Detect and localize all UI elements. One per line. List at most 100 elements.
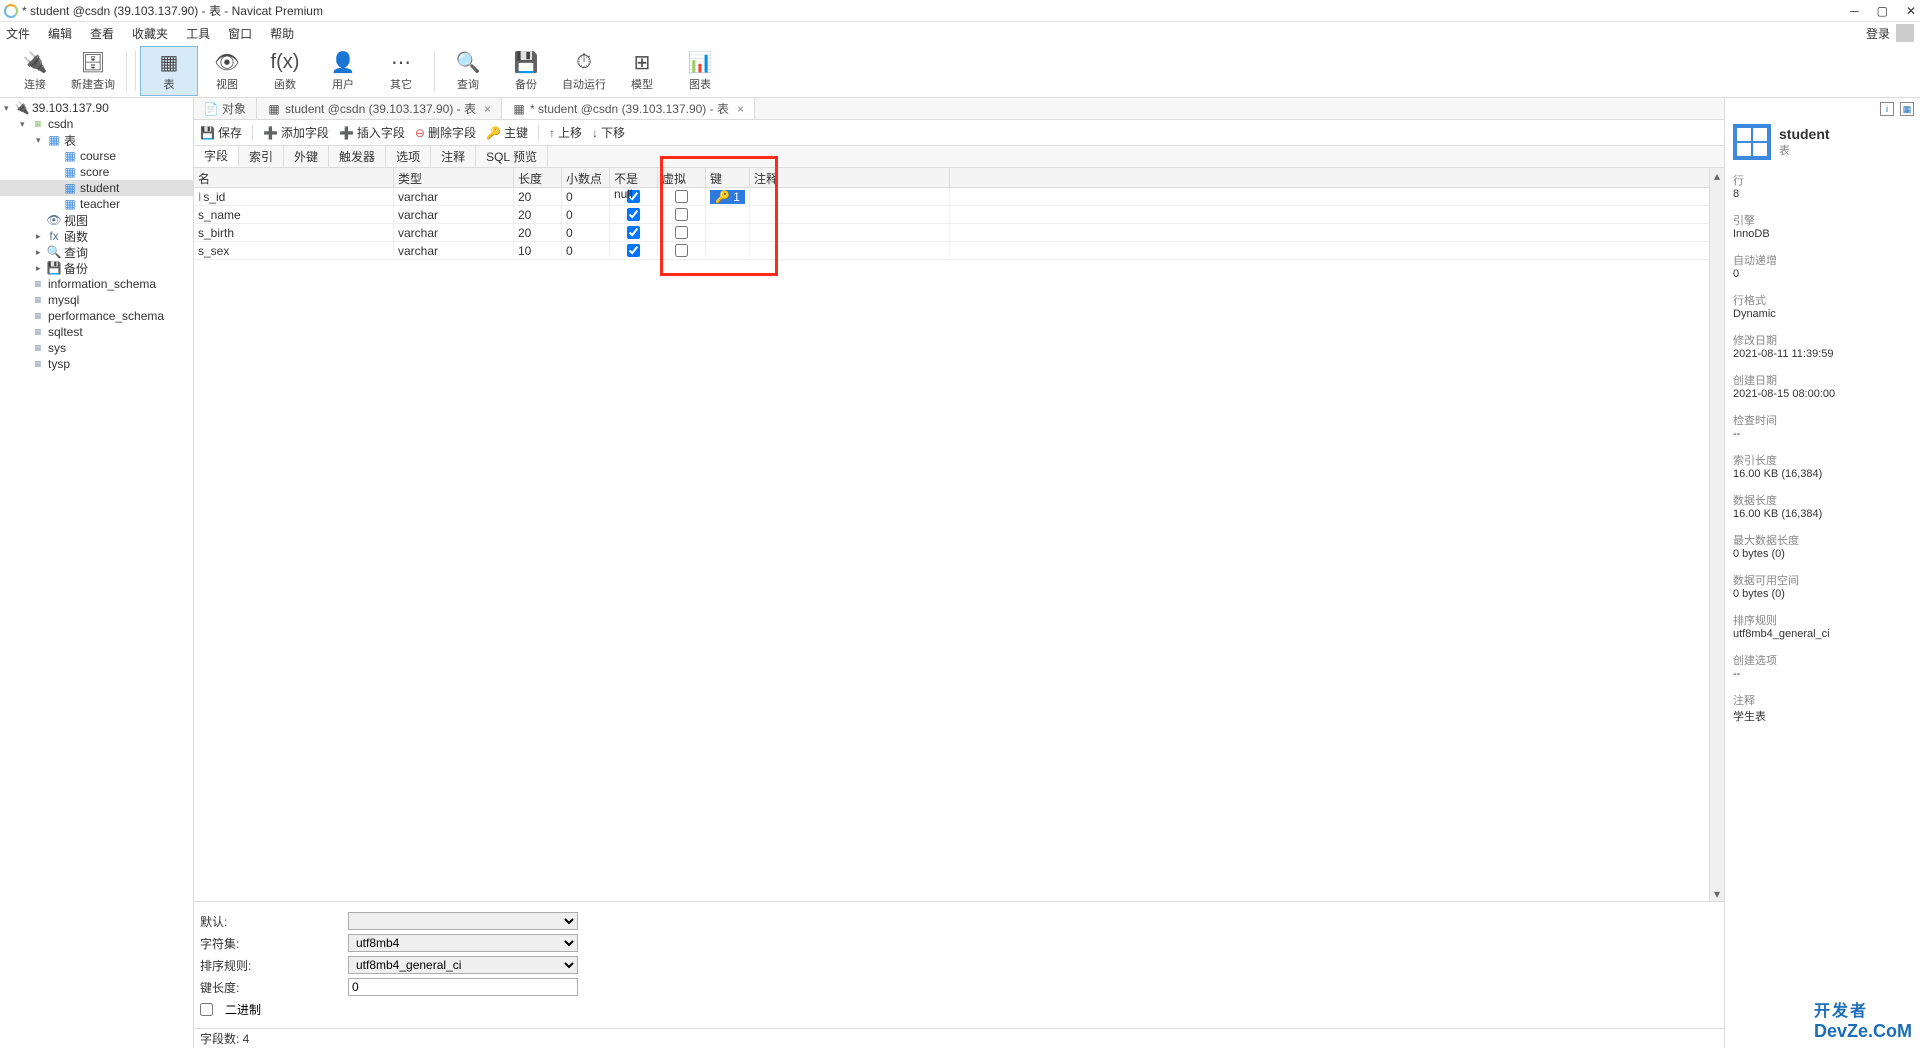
design-tab-索引[interactable]: 索引 (239, 146, 284, 167)
node-icon: ≡ (30, 293, 46, 307)
column-header[interactable]: 长度 (514, 168, 562, 187)
login-button[interactable]: 登录 (1866, 24, 1914, 42)
menu-工具[interactable]: 工具 (186, 25, 210, 42)
connection-tree[interactable]: ▾🔌39.103.137.90▾≡csdn▾▦表▦course▦score▦st… (0, 98, 194, 1048)
menu-窗口[interactable]: 窗口 (228, 25, 252, 42)
design-tab-注释[interactable]: 注释 (431, 146, 476, 167)
toolbar-查询[interactable]: 🔍查询 (439, 46, 497, 96)
menu-查看[interactable]: 查看 (90, 25, 114, 42)
tab[interactable]: 📄对象 (194, 98, 257, 119)
toolbar-其它[interactable]: ⋯其它 (372, 46, 430, 96)
virtual-checkbox[interactable] (675, 244, 688, 257)
toolbar-表[interactable]: ▦表 (140, 46, 198, 96)
tree-node-mysql[interactable]: ≡mysql (0, 292, 193, 308)
info-item: 排序规则utf8mb4_general_ci (1733, 612, 1912, 640)
btn-上移[interactable]: ↑上移 (549, 124, 582, 141)
toolbar-函数[interactable]: f(x)函数 (256, 46, 314, 96)
btn-添加字段[interactable]: ➕添加字段 (263, 124, 329, 141)
btn-保存[interactable]: 💾保存 (200, 124, 242, 141)
design-tab-外键[interactable]: 外键 (284, 146, 329, 167)
toolbar-备份[interactable]: 💾备份 (497, 46, 555, 96)
expand-icon[interactable]: ▸ (36, 263, 46, 274)
maximize-button[interactable]: ▢ (1877, 4, 1888, 18)
column-header[interactable]: 注释 (750, 168, 950, 187)
close-button[interactable]: ✕ (1906, 4, 1916, 18)
btn-主键[interactable]: 🔑主键 (486, 124, 528, 141)
tree-node-视图[interactable]: 👁视图 (0, 212, 193, 228)
close-icon[interactable]: × (484, 102, 491, 116)
menu-文件[interactable]: 文件 (6, 25, 30, 42)
collation-select[interactable]: utf8mb4_general_ci (348, 956, 578, 974)
tree-node-student[interactable]: ▦student (0, 180, 193, 196)
field-row[interactable]: s_birthvarchar200 (194, 224, 1709, 242)
tree-node-备份[interactable]: ▸💾备份 (0, 260, 193, 276)
expand-icon[interactable]: ▾ (4, 103, 14, 114)
scroll-up-icon[interactable]: ▴ (1710, 168, 1724, 183)
btn-插入字段[interactable]: ➕插入字段 (339, 124, 405, 141)
toolbar-用户[interactable]: 👤用户 (314, 46, 372, 96)
notnull-checkbox[interactable] (627, 226, 640, 239)
tree-node-sqltest[interactable]: ≡sqltest (0, 324, 193, 340)
toolbar-连接[interactable]: 🔌连接 (6, 46, 64, 96)
field-row[interactable]: Is_idvarchar200🔑 1 (194, 188, 1709, 206)
notnull-checkbox[interactable] (627, 244, 640, 257)
field-row[interactable]: s_namevarchar200 (194, 206, 1709, 224)
menu-收藏夹[interactable]: 收藏夹 (132, 25, 168, 42)
column-header[interactable]: 不是 null (610, 168, 658, 187)
design-tab-选项[interactable]: 选项 (386, 146, 431, 167)
column-header[interactable]: 名 (194, 168, 394, 187)
tab[interactable]: ▦student @csdn (39.103.137.90) - 表× (257, 98, 502, 119)
tree-node-score[interactable]: ▦score (0, 164, 193, 180)
virtual-checkbox[interactable] (675, 226, 688, 239)
notnull-checkbox[interactable] (627, 208, 640, 221)
tree-node-teacher[interactable]: ▦teacher (0, 196, 193, 212)
design-tab-触发器[interactable]: 触发器 (329, 146, 386, 167)
menu-帮助[interactable]: 帮助 (270, 25, 294, 42)
charset-select[interactable]: utf8mb4 (348, 934, 578, 952)
expand-icon[interactable]: ▾ (36, 135, 46, 146)
tree-node-course[interactable]: ▦course (0, 148, 193, 164)
grid-icon[interactable]: ▦ (1900, 102, 1914, 116)
info-icon[interactable]: i (1880, 102, 1894, 116)
tree-node-information_schema[interactable]: ≡information_schema (0, 276, 193, 292)
keylen-input[interactable] (348, 978, 578, 996)
tree-node-39.103.137.90[interactable]: ▾🔌39.103.137.90 (0, 100, 193, 116)
design-tab-字段[interactable]: 字段 (194, 146, 239, 167)
column-header[interactable]: 类型 (394, 168, 514, 187)
expand-icon[interactable]: ▾ (20, 119, 30, 130)
tree-node-csdn[interactable]: ▾≡csdn (0, 116, 193, 132)
tree-node-表[interactable]: ▾▦表 (0, 132, 193, 148)
toolbar-自动运行[interactable]: ⏱自动运行 (555, 46, 613, 96)
column-header[interactable]: 小数点 (562, 168, 610, 187)
tab[interactable]: ▦* student @csdn (39.103.137.90) - 表× (502, 98, 755, 119)
toolbar-模型[interactable]: ⊞模型 (613, 46, 671, 96)
field-properties: 默认: 字符集: utf8mb4 排序规则: utf8mb4_general_c… (194, 901, 1724, 1028)
design-tab-SQL 预览[interactable]: SQL 预览 (476, 146, 548, 167)
自动运行-icon: ⏱ (576, 50, 592, 76)
btn-删除字段[interactable]: ⊖删除字段 (415, 124, 476, 141)
tree-node-sys[interactable]: ≡sys (0, 340, 193, 356)
close-icon[interactable]: × (737, 102, 744, 116)
binary-checkbox[interactable] (200, 1003, 213, 1016)
minimize-button[interactable]: ─ (1850, 4, 1859, 18)
virtual-checkbox[interactable] (675, 208, 688, 221)
toolbar-图表[interactable]: 📊图表 (671, 46, 729, 96)
tree-node-函数[interactable]: ▸fx函数 (0, 228, 193, 244)
toolbar-视图[interactable]: 👁视图 (198, 46, 256, 96)
tree-node-tysp[interactable]: ≡tysp (0, 356, 193, 372)
field-row[interactable]: s_sexvarchar100 (194, 242, 1709, 260)
column-header[interactable]: 键 (706, 168, 750, 187)
scroll-down-icon[interactable]: ▾ (1710, 886, 1724, 901)
vertical-scrollbar[interactable]: ▴ ▾ (1709, 168, 1724, 901)
menu-编辑[interactable]: 编辑 (48, 25, 72, 42)
expand-icon[interactable]: ▸ (36, 231, 46, 242)
btn-下移[interactable]: ↓下移 (592, 124, 625, 141)
fields-grid[interactable]: 名类型长度小数点不是 null虚拟键注释 Is_idvarchar200🔑 1s… (194, 168, 1709, 901)
default-select[interactable] (348, 912, 578, 930)
column-header[interactable]: 虚拟 (658, 168, 706, 187)
toolbar-新建查询[interactable]: 🗄新建查询 (64, 46, 122, 96)
virtual-checkbox[interactable] (675, 190, 688, 203)
tree-node-performance_schema[interactable]: ≡performance_schema (0, 308, 193, 324)
tree-node-查询[interactable]: ▸🔍查询 (0, 244, 193, 260)
expand-icon[interactable]: ▸ (36, 247, 46, 258)
